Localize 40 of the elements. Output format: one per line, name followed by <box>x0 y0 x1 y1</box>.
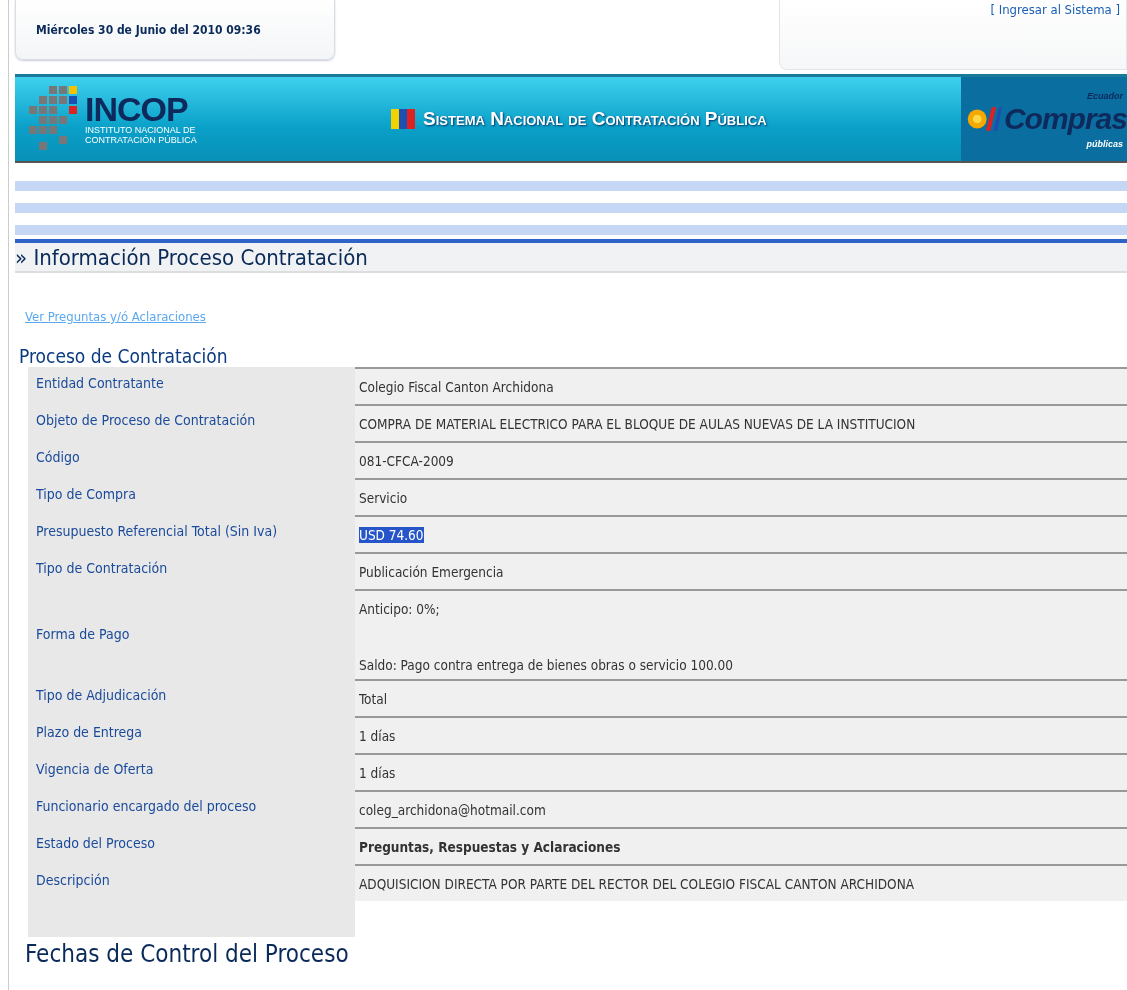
value-text: coleg_archidona@hotmail.com <box>359 802 546 818</box>
value-text: Colegio Fiscal Canton Archidona <box>359 379 554 395</box>
page-title: » Información Proceso Contratación <box>15 243 1127 273</box>
logo-subtitle: CONTRATACIÓN PÚBLICA <box>85 136 197 146</box>
field-label: Descripción <box>35 871 111 890</box>
logo-country: Ecuador <box>1086 91 1123 101</box>
field-label: Vigencia de Oferta <box>35 760 155 779</box>
banner-title: Sistema Nacional de Contratación Pública <box>423 108 767 130</box>
field-label: Tipo de Compra <box>35 485 137 504</box>
date-time: Miércoles 30 de Junio del 2010 09:36 <box>36 22 261 37</box>
value-text: Publicación Emergencia <box>359 564 504 580</box>
field-label: Forma de Pago <box>35 624 131 644</box>
field-label: Tipo de Contratación <box>35 559 169 578</box>
logo-subtitle: públicas <box>1086 139 1123 149</box>
section-title: Proceso de Contratación <box>19 345 229 367</box>
value-text: Servicio <box>359 490 408 506</box>
field-label: Código <box>35 448 81 467</box>
value-text: Preguntas, Respuestas y Aclaraciones <box>359 839 621 855</box>
value-text: 1 días <box>359 765 396 781</box>
logo-name: INCOP <box>85 92 188 127</box>
value-text: Anticipo: 0%; <box>359 601 440 617</box>
field-label: Plazo de Entrega <box>35 723 144 742</box>
field-label: Estado del Proceso <box>35 834 156 853</box>
logo-name: Compras <box>1003 104 1127 134</box>
login-link[interactable]: [ Ingresar al Sistema ] <box>990 2 1120 17</box>
field-label: Tipo de Adjudicación <box>35 686 168 705</box>
logo-subtitle: INSTITUTO NACIONAL DE <box>85 126 196 136</box>
value-text: COMPRA DE MATERIAL ELECTRICO PARA EL BLOQUE DE AULAS NUEVAS DE LA INSTITUCION <box>359 416 916 432</box>
field-label: Objeto de Proceso de Contratación <box>35 411 257 430</box>
value-text: 081-CFCA-2009 <box>359 453 454 469</box>
section-title: Fechas de Control del Proceso <box>25 941 350 967</box>
flag-icon <box>391 109 416 129</box>
value-text: 1 días <box>359 728 396 744</box>
value-text: ADQUISICION DIRECTA POR PARTE DEL RECTOR DEL COLEGIO FISCAL CANTON ARCHIDONA <box>359 876 915 892</box>
field-label: Entidad Contratante <box>35 374 165 393</box>
value-text: Total <box>359 691 388 707</box>
value-text: Saldo: Pago contra entrega de bienes obras o servicio 100.00 <box>359 657 733 673</box>
field-label: Funcionario encargado del proceso <box>35 797 258 816</box>
field-label: Presupuesto Referencial Total (Sin Iva) <box>35 522 279 541</box>
selected-value-text: USD 74.60 <box>359 527 424 543</box>
